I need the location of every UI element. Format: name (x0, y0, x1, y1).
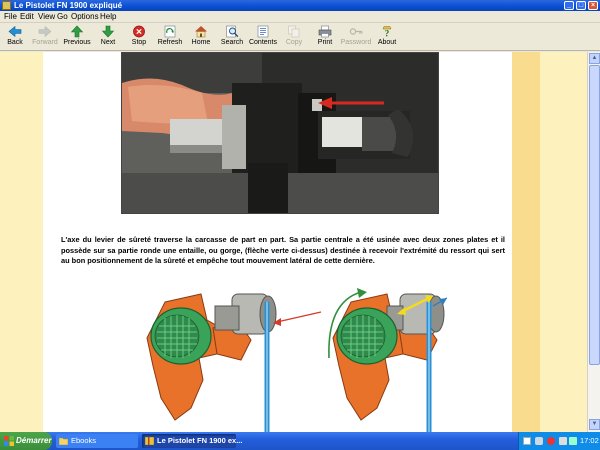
right-assembly (328, 288, 448, 432)
search-icon (226, 25, 239, 38)
display-icon[interactable] (569, 437, 577, 445)
menu-help[interactable]: Help (100, 11, 116, 23)
content-area: L'axe du levier de sûreté traverse la ca… (0, 52, 600, 432)
forward-icon (38, 25, 52, 38)
app-icon (2, 1, 11, 10)
contents-button[interactable]: Contents (246, 25, 280, 50)
stop-button[interactable]: Stop (122, 25, 156, 50)
stop-label: Stop (131, 39, 147, 46)
close-button[interactable]: × (588, 1, 598, 10)
print-label: Print (317, 39, 333, 46)
title-bar[interactable]: Le Pistolet FN 1900 expliqué _ □ × (0, 0, 600, 11)
safety-lever-diagram (117, 280, 448, 432)
system-tray: 17:02 (518, 432, 600, 450)
forward-button[interactable]: Forward (28, 25, 62, 50)
copy-label: Copy (285, 39, 303, 46)
document-page: L'axe du levier de sûreté traverse la ca… (43, 52, 512, 432)
copy-icon (288, 25, 300, 38)
home-label: Home (191, 39, 211, 46)
stop-icon (133, 25, 145, 38)
previous-label: Previous (63, 39, 91, 46)
home-button[interactable]: Home (184, 25, 218, 50)
taskbar-item-label: Le Pistolet FN 1900 ex... (157, 436, 243, 445)
password-icon (349, 28, 363, 35)
page-margin-stripe (512, 52, 540, 432)
print-button[interactable]: Print (308, 25, 342, 50)
book-icon (145, 437, 154, 445)
contents-label: Contents (248, 39, 278, 46)
scroll-thumb[interactable] (589, 65, 600, 365)
next-button[interactable]: Next (91, 25, 125, 50)
refresh-icon (164, 25, 176, 38)
language-indicator-icon[interactable] (523, 437, 531, 445)
scroll-down-button[interactable]: ▼ (589, 419, 600, 430)
page-margin-left (0, 52, 43, 432)
folder-icon (59, 437, 68, 445)
menu-view[interactable]: View (38, 11, 55, 23)
menu-edit[interactable]: Edit (20, 11, 34, 23)
previous-icon (70, 25, 84, 38)
print-icon (318, 25, 332, 38)
page-margin-right (540, 52, 587, 432)
refresh-label: Refresh (157, 39, 183, 46)
svg-text:?: ? (385, 29, 390, 39)
scroll-up-button[interactable]: ▲ (589, 53, 600, 64)
forward-label: Forward (32, 39, 58, 46)
minimize-button[interactable]: _ (564, 1, 574, 10)
left-assembly (146, 293, 322, 432)
taskbar-item-active-window[interactable]: Le Pistolet FN 1900 ex... (142, 434, 242, 448)
password-label: Password (340, 39, 372, 46)
contents-icon (257, 25, 269, 38)
menu-go[interactable]: Go (57, 11, 68, 23)
start-label: Démarrer (16, 436, 52, 445)
previous-button[interactable]: Previous (60, 25, 94, 50)
volume-icon[interactable] (559, 437, 567, 445)
next-icon (101, 25, 115, 38)
menu-options[interactable]: Options (71, 11, 99, 23)
menu-bar: File Edit View Go Options Help (0, 11, 600, 23)
clock[interactable]: 17:02 (580, 432, 599, 450)
closeup-photo-image (122, 53, 438, 213)
security-icon[interactable] (547, 437, 555, 445)
search-label: Search (220, 39, 244, 46)
refresh-button[interactable]: Refresh (153, 25, 187, 50)
taskbar-item-ebooks[interactable]: Ebooks (56, 434, 138, 448)
menu-file[interactable]: File (4, 11, 17, 23)
back-icon (8, 25, 22, 38)
next-label: Next (100, 39, 116, 46)
safety-lever-illustration (146, 288, 448, 432)
search-button[interactable]: Search (215, 25, 249, 50)
maximize-button[interactable]: □ (576, 1, 586, 10)
vertical-scrollbar[interactable]: ▲ ▼ (587, 52, 600, 432)
about-label: About (377, 39, 397, 46)
window-title: Le Pistolet FN 1900 expliqué (14, 1, 123, 10)
taskbar-item-label: Ebooks (71, 436, 97, 445)
taskbar: Démarrer Ebooks Le Pistolet FN 1900 ex..… (0, 432, 600, 450)
closeup-photo (121, 52, 439, 214)
copy-button[interactable]: Copy (277, 25, 311, 50)
password-button[interactable]: Password (339, 25, 373, 50)
about-button[interactable]: ? About (370, 25, 404, 50)
about-icon: ? (382, 26, 392, 39)
home-icon (195, 26, 207, 38)
windows-flag-icon (4, 436, 14, 446)
description-paragraph: L'axe du levier de sûreté traverse la ca… (61, 235, 505, 265)
network-icon[interactable] (535, 437, 543, 445)
toolbar: Back Forward Previous Next Stop Refresh … (0, 23, 600, 51)
browser-window: Le Pistolet FN 1900 expliqué _ □ × File … (0, 0, 600, 432)
start-button[interactable]: Démarrer (0, 432, 52, 450)
